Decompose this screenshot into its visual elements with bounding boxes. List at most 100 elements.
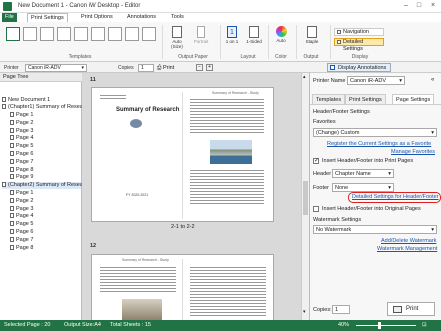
- fit-page-icon[interactable]: ⊡: [422, 322, 427, 328]
- minimize-icon[interactable]: –: [400, 1, 412, 11]
- tree-page-label: Page 1: [16, 112, 34, 118]
- favorites-label: Favorites: [313, 119, 336, 125]
- copies-input[interactable]: 1: [138, 64, 154, 72]
- tree-page-item[interactable]: Page 7: [10, 236, 33, 244]
- copies-value: 1: [141, 65, 144, 71]
- preview-page-spread-bottom[interactable]: Summary of Research - Study: [91, 254, 274, 324]
- city-photo: [122, 299, 162, 321]
- template-thumb-7[interactable]: [108, 27, 122, 41]
- one-sided-button[interactable]: 1-Sided: [244, 26, 264, 44]
- document-icon: [2, 97, 6, 102]
- tree-page-item[interactable]: Page 4: [10, 135, 33, 142]
- footer-select[interactable]: None ▾: [332, 183, 394, 192]
- color-auto-button[interactable]: Auto: [272, 26, 290, 43]
- template-thumb-9[interactable]: [142, 27, 156, 41]
- zoom-slider-thumb[interactable]: [378, 322, 381, 329]
- page-icon: [10, 205, 14, 211]
- detailed-header-footer-link[interactable]: Detailed Settings for Header/Footer: [352, 194, 439, 200]
- text-line: [190, 282, 266, 283]
- template-thumb-8[interactable]: [125, 27, 139, 41]
- template-thumb-5[interactable]: [74, 27, 88, 41]
- scroll-up-icon[interactable]: ▴: [303, 74, 306, 80]
- printer-name-select[interactable]: Canon iR-ADV ▾: [347, 76, 405, 85]
- tab-templates[interactable]: Templates: [312, 94, 346, 104]
- template-thumb-2[interactable]: [23, 27, 37, 41]
- page-icon: [10, 221, 14, 227]
- tree-page-item[interactable]: Page 2: [10, 119, 33, 127]
- zoom-in-icon[interactable]: +: [206, 64, 213, 71]
- tab-print-settings-panel[interactable]: Print Settings: [345, 94, 386, 104]
- print-toolbar: Printer Canon iR-ADV ▾ Copies 1 ⎙ Print …: [0, 62, 441, 73]
- maximize-icon[interactable]: □: [413, 1, 425, 11]
- tree-page-item[interactable]: Page 9: [10, 174, 33, 181]
- tree-page-item[interactable]: Page 2: [10, 197, 33, 205]
- preview-scrollbar[interactable]: ▴ ▾: [301, 73, 309, 323]
- tab-print-settings[interactable]: Print Settings: [27, 13, 68, 22]
- zoom-out-icon[interactable]: −: [196, 64, 203, 71]
- pages-per-sheet-button[interactable]: 1 1 on 1: [223, 26, 241, 44]
- header-select[interactable]: Chapter Name ▾: [332, 169, 394, 178]
- detailed-settings-button[interactable]: Detailed Settings: [334, 38, 384, 52]
- manage-favorites-link[interactable]: Manage Favorites: [391, 149, 435, 155]
- auto-size-button[interactable]: Auto (Size): [166, 26, 188, 49]
- portrait-button[interactable]: Portrait: [190, 26, 212, 44]
- tree-page-item[interactable]: Page 5: [10, 143, 33, 150]
- tree-page-item[interactable]: Page 1: [10, 112, 33, 119]
- template-thumb-1[interactable]: [6, 27, 20, 41]
- template-thumb-6[interactable]: [91, 27, 105, 41]
- tree-chapter-2[interactable]: (Chapter2) Summary of Resear: [2, 182, 85, 189]
- preview-page-spread-top[interactable]: Summary of Research - Study Summary of R…: [91, 87, 274, 222]
- tree-page-label: Page 3: [16, 205, 34, 212]
- text-line: [190, 114, 264, 115]
- template-thumb-4[interactable]: [57, 27, 71, 41]
- page-tree-panel: Page Tree New Document 1 (Chapter1) Summ…: [0, 73, 85, 323]
- panel-copies-input[interactable]: 1: [332, 305, 350, 314]
- printer-select[interactable]: Canon iR-ADV ▾: [25, 64, 87, 72]
- chevron-down-icon: ▾: [81, 65, 84, 71]
- staple-button[interactable]: Staple: [302, 26, 322, 44]
- tree-page-item[interactable]: Page 4: [10, 213, 33, 220]
- print-button[interactable]: Print: [387, 302, 435, 316]
- tree-page-item[interactable]: Page 6: [10, 229, 33, 236]
- insert-original-checkbox[interactable]: [313, 206, 319, 212]
- panel-collapse-icon[interactable]: «: [431, 77, 434, 83]
- watermark-select[interactable]: No Watermark ▾: [313, 225, 437, 234]
- insert-print-pages-checkbox[interactable]: ✓: [313, 158, 319, 164]
- tree-page-item[interactable]: Page 1: [10, 190, 33, 197]
- toolbar-print-button[interactable]: ⎙ Print: [157, 64, 183, 72]
- tree-root[interactable]: New Document 1: [2, 97, 50, 104]
- ribbon-separator: [220, 25, 221, 59]
- text-line: [100, 279, 176, 280]
- tree-page-item[interactable]: Page 8: [10, 166, 33, 174]
- scroll-thumb[interactable]: [303, 181, 308, 215]
- tree-page-item[interactable]: Page 7: [10, 158, 33, 166]
- tab-page-settings[interactable]: Page Settings: [392, 94, 435, 104]
- watermark-management-link[interactable]: Watermark Management: [377, 246, 437, 252]
- tree-page-item[interactable]: Page 3: [10, 205, 34, 213]
- tree-page-item[interactable]: Page 3: [10, 127, 33, 135]
- scroll-down-icon[interactable]: ▾: [303, 309, 306, 315]
- tab-file[interactable]: File: [2, 13, 17, 22]
- text-line: [190, 285, 266, 286]
- tree-page-item[interactable]: Page 8: [10, 244, 33, 252]
- tree-page-item[interactable]: Page 6: [10, 151, 33, 158]
- tab-annotations[interactable]: Annotations: [124, 13, 159, 22]
- close-icon[interactable]: ×: [427, 1, 439, 11]
- add-delete-watermark-link[interactable]: Add/Delete Watermark: [381, 238, 436, 244]
- tab-tools[interactable]: Tools: [168, 13, 187, 22]
- ribbon: Templates Auto (Size) Portrait Output Pa…: [0, 22, 441, 62]
- favorites-select[interactable]: (Change) Custom ▾: [313, 128, 437, 137]
- tab-underline: [310, 104, 441, 105]
- text-line: [100, 288, 176, 289]
- tree-page-item[interactable]: Page 5: [10, 221, 33, 228]
- tab-print-options[interactable]: Print Options: [78, 13, 116, 22]
- template-thumb-3[interactable]: [40, 27, 54, 41]
- display-annotations-toggle[interactable]: Display Annotations: [327, 63, 391, 72]
- navigation-button[interactable]: Navigation: [334, 28, 384, 36]
- text-line: [190, 276, 266, 277]
- detailed-settings-label: Detailed Settings: [343, 39, 364, 52]
- zoom-slider[interactable]: [356, 325, 416, 326]
- register-favorite-link[interactable]: Register the Current Settings as a Favor…: [327, 141, 431, 147]
- tree-chapter-1[interactable]: (Chapter1) Summary of Resear: [2, 104, 85, 111]
- text-line: [100, 267, 176, 268]
